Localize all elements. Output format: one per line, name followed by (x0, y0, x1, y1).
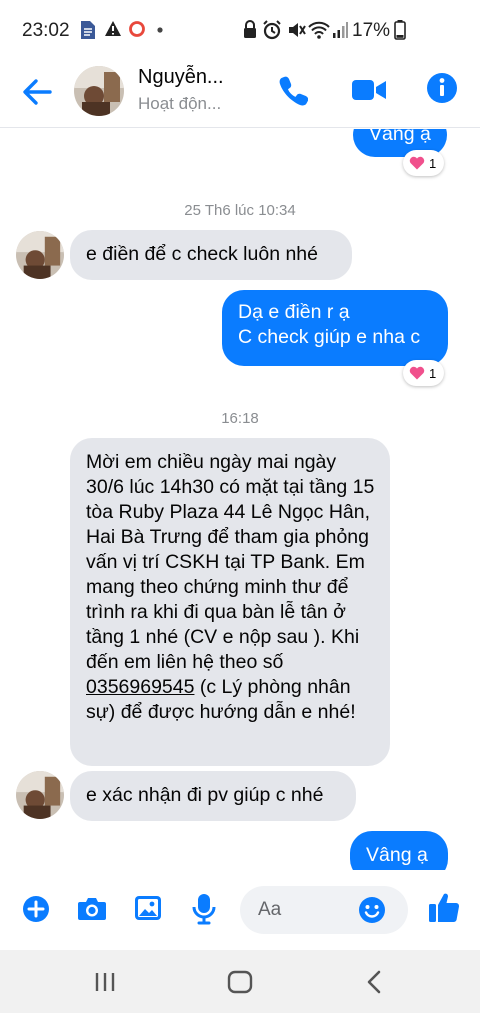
microphone-icon[interactable] (192, 893, 216, 925)
reaction-badge[interactable]: 1 (403, 360, 445, 386)
reaction-count: 1 (429, 155, 437, 171)
message-list[interactable]: Vâng ạ 1 25 Th6 lúc 10:34 e điền để c ch… (0, 129, 480, 870)
info-icon[interactable] (426, 72, 458, 104)
warning-icon (105, 21, 121, 36)
lock-icon (244, 20, 256, 38)
message-text: e điền để c check luôn nhé (86, 243, 319, 265)
message-text: Mời em chiều ngày mai ngày 30/6 lúc 14h3… (86, 451, 375, 673)
emoji-icon[interactable] (358, 896, 386, 924)
phone-number-link[interactable]: 0356969545 (86, 676, 194, 698)
recents-icon[interactable] (93, 971, 117, 993)
message-incoming[interactable]: e xác nhận đi pv giúp c nhé (70, 771, 356, 821)
heart-reaction-icon (409, 366, 425, 380)
signal-icon (333, 22, 348, 38)
document-icon (81, 21, 95, 39)
message-input[interactable] (258, 886, 358, 934)
heart-reaction-icon (409, 156, 425, 170)
phone-call-icon[interactable] (278, 74, 308, 106)
record-ring-icon (129, 21, 145, 37)
message-incoming[interactable]: e điền để c check luôn nhé (70, 230, 352, 280)
chat-header: Nguyễn... Hoạt độn... (0, 62, 480, 128)
message-text-line: Dạ e điền r ạ (238, 301, 350, 323)
dot-icon (157, 27, 163, 33)
contact-active-status: Hoạt độn... (138, 94, 222, 113)
alarm-icon (263, 20, 281, 40)
wifi-icon (308, 21, 330, 39)
message-outgoing[interactable]: Vâng ạ (350, 831, 448, 870)
message-outgoing[interactable]: Dạ e điền r ạ C check giúp e nha c (222, 290, 448, 366)
back-nav-icon[interactable] (364, 970, 384, 994)
timestamp-divider: 16:18 (221, 410, 259, 427)
message-composer (0, 870, 480, 950)
timestamp-divider: 25 Th6 lúc 10:34 (184, 202, 296, 219)
contact-avatar-small[interactable] (16, 231, 64, 279)
message-text: Vâng ạ (369, 129, 431, 145)
contact-avatar[interactable] (74, 66, 124, 116)
video-call-icon[interactable] (352, 78, 386, 102)
gallery-icon[interactable] (134, 895, 162, 921)
battery-icon (394, 20, 406, 40)
back-arrow-icon[interactable] (18, 76, 58, 108)
message-text: e xác nhận đi pv giúp c nhé (86, 784, 324, 806)
contact-avatar-small[interactable] (16, 771, 64, 819)
system-navigation-bar (0, 950, 480, 1013)
contact-name[interactable]: Nguyễn... (138, 66, 224, 89)
status-bar: 23:02 17% (0, 0, 480, 62)
plus-icon[interactable] (22, 895, 50, 923)
reaction-badge[interactable]: 1 (403, 150, 445, 176)
message-text-line: C check giúp e nha c (238, 326, 421, 348)
message-incoming[interactable]: Mời em chiều ngày mai ngày 30/6 lúc 14h3… (70, 438, 390, 766)
mute-icon (289, 23, 306, 37)
message-input-container[interactable] (240, 886, 408, 934)
status-time: 23:02 (22, 20, 70, 41)
message-text: Vâng ạ (366, 844, 428, 866)
reaction-count: 1 (429, 365, 437, 381)
home-icon[interactable] (227, 970, 253, 994)
like-icon[interactable] (428, 891, 460, 923)
camera-icon[interactable] (77, 896, 107, 922)
battery-percent: 17% (352, 20, 391, 41)
